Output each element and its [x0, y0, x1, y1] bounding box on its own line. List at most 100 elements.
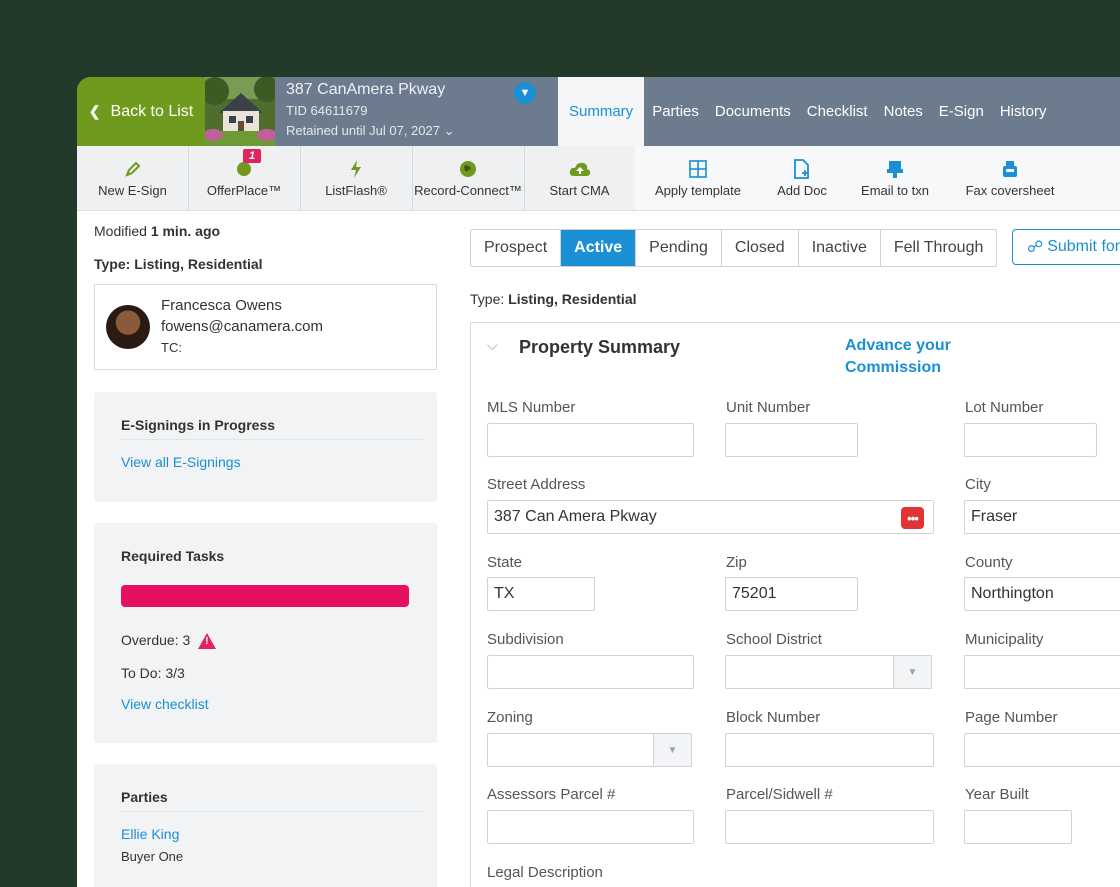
esignings-title: E-Signings in Progress	[121, 417, 276, 433]
start-cma-label: Start CMA	[549, 182, 610, 198]
status-pending[interactable]: Pending	[636, 230, 722, 266]
sidebar-type: Type: Listing, Residential	[94, 256, 263, 272]
status-active[interactable]: Active	[561, 230, 637, 266]
school-district-select[interactable]: ▼	[725, 655, 932, 689]
tab-parties[interactable]: Parties	[644, 77, 707, 146]
tab-checklist[interactable]: Checklist	[799, 77, 876, 146]
unit-label: Unit Number	[726, 399, 811, 416]
parcel-sidwell-label: Parcel/Sidwell #	[726, 786, 833, 803]
street-address-input[interactable]: 387 Can Amera Pkway •••	[487, 500, 934, 534]
main-type: Type: Listing, Residential	[470, 291, 637, 307]
back-to-list-button[interactable]: ❮ Back to List	[77, 77, 205, 146]
new-esign-label: New E-Sign	[98, 182, 167, 198]
block-number-input[interactable]	[725, 733, 934, 767]
city-label: City	[965, 476, 991, 493]
advance-line-2: Commission	[845, 359, 942, 376]
assessors-parcel-input[interactable]	[487, 810, 694, 844]
transaction-sidebar: Modified 1 min. ago Type: Listing, Resid…	[77, 210, 452, 887]
transaction-id: TID 64611679	[286, 103, 368, 118]
offerplace-button[interactable]: 1 OfferPlace™	[188, 146, 301, 210]
mls-input[interactable]	[487, 423, 694, 457]
agent-tc: TC:	[161, 340, 182, 355]
dropdown-arrow-icon: ▼	[653, 734, 691, 766]
submit-label: Submit for	[1047, 238, 1120, 255]
overdue-row: Overdue: 3!	[121, 632, 217, 650]
agent-name: Francesca Owens	[161, 297, 282, 314]
tab-notes[interactable]: Notes	[876, 77, 931, 146]
parcel-sidwell-input[interactable]	[725, 810, 934, 844]
municipality-input[interactable]	[964, 655, 1120, 689]
record-connect-label: Record-Connect™	[414, 182, 522, 198]
apply-template-button[interactable]: Apply template	[635, 146, 761, 210]
zoning-select[interactable]: ▼	[487, 733, 692, 767]
county-label: County	[965, 554, 1013, 571]
offer-count-badge: 1	[243, 149, 262, 163]
party-role: Buyer One	[121, 849, 184, 864]
party-name-link[interactable]: Ellie King	[121, 826, 179, 842]
globe-icon	[459, 159, 477, 179]
required-tasks-card: Required Tasks Overdue: 3! To Do: 3/3 Vi…	[94, 523, 437, 743]
start-cma-button[interactable]: Start CMA	[524, 146, 635, 210]
subdivision-input[interactable]	[487, 655, 694, 689]
tab-history[interactable]: History	[992, 77, 1055, 146]
state-value: TX	[494, 585, 515, 602]
lot-label: Lot Number	[965, 399, 1044, 416]
city-input[interactable]: Fraser	[964, 500, 1120, 534]
email-to-txn-label: Email to txn	[861, 182, 929, 198]
status-inactive[interactable]: Inactive	[799, 230, 881, 266]
county-input[interactable]: Northington	[964, 577, 1120, 611]
fax-coversheet-button[interactable]: Fax coversheet	[947, 146, 1073, 210]
tab-documents[interactable]: Documents	[707, 77, 799, 146]
transaction-header: ❮ Back to List 387 CanAmera Pkway TID 64	[77, 77, 1120, 146]
view-all-esignings-link[interactable]: View all E-Signings	[121, 454, 241, 470]
modified-info: Modified 1 min. ago	[94, 223, 220, 239]
lightning-icon	[350, 159, 362, 179]
street-value: 387 Can Amera Pkway	[494, 508, 657, 525]
property-info: 387 CanAmera Pkway TID 64611679 Retained…	[286, 81, 454, 139]
required-tasks-title: Required Tasks	[121, 548, 225, 564]
view-checklist-link[interactable]: View checklist	[121, 696, 209, 712]
tab-esign[interactable]: E-Sign	[931, 77, 992, 146]
parties-title: Parties	[121, 789, 168, 805]
mls-label: MLS Number	[487, 399, 576, 416]
retention-date[interactable]: Retained until Jul 07, 2027 ⌄	[286, 123, 454, 139]
new-esign-button[interactable]: New E-Sign	[77, 146, 189, 210]
divider	[121, 811, 423, 812]
type-value: Listing, Residential	[134, 256, 263, 272]
collapse-chevron-icon[interactable]: ⌵	[487, 337, 498, 354]
submit-button[interactable]: ☍ Submit for	[1012, 229, 1120, 265]
status-fell-through[interactable]: Fell Through	[881, 230, 997, 266]
add-document-icon	[793, 158, 811, 179]
chevron-down-icon: ▼	[519, 87, 531, 99]
add-doc-label: Add Doc	[777, 182, 827, 198]
advance-commission-link[interactable]: Advance your Commission	[845, 335, 951, 379]
password-manager-icon[interactable]: •••	[901, 507, 924, 529]
lot-input[interactable]	[964, 423, 1097, 457]
fax-coversheet-label: Fax coversheet	[965, 182, 1055, 198]
agent-card: Francesca Owens fowens@canamera.com TC:	[94, 284, 437, 370]
record-connect-button[interactable]: Record-Connect™	[412, 146, 525, 210]
zip-value: 75201	[732, 585, 777, 602]
transaction-menu-button[interactable]: ▼	[514, 82, 536, 104]
status-prospect[interactable]: Prospect	[471, 230, 562, 266]
add-doc-button[interactable]: Add Doc	[761, 146, 843, 210]
page-number-label: Page Number	[965, 709, 1058, 726]
avatar	[106, 305, 150, 349]
agent-email[interactable]: fowens@canamera.com	[161, 318, 323, 335]
listflash-button[interactable]: ListFlash®	[300, 146, 413, 210]
email-to-txn-button[interactable]: Email to txn	[843, 146, 947, 210]
unit-input[interactable]	[725, 423, 858, 457]
status-closed[interactable]: Closed	[722, 230, 799, 266]
esignings-card: E-Signings in Progress View all E-Signin…	[94, 392, 437, 502]
apply-template-label: Apply template	[655, 182, 741, 198]
chevron-down-icon: ⌄	[443, 123, 455, 138]
divider	[121, 439, 423, 440]
tab-summary[interactable]: Summary	[558, 77, 645, 146]
state-input[interactable]: TX	[487, 577, 595, 611]
template-grid-icon	[689, 159, 707, 179]
zip-input[interactable]: 75201	[725, 577, 858, 611]
action-toolbar: New E-Sign 1 OfferPlace™ ListFlash® Reco…	[77, 146, 1120, 211]
submit-icon: ☍	[1027, 239, 1044, 256]
page-number-input[interactable]	[964, 733, 1120, 767]
year-built-input[interactable]	[964, 810, 1072, 844]
